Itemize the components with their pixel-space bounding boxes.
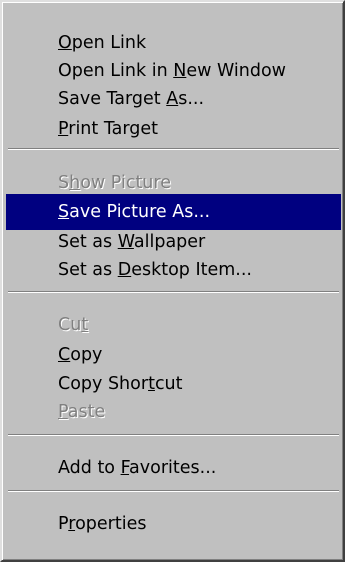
context-menu: Open Link Open Link in New Window Save T… <box>0 0 345 562</box>
menu-separator <box>8 434 339 436</box>
menu-item-properties[interactable]: Properties <box>6 506 341 542</box>
menu-item-set-as-desktop-item[interactable]: Set as Desktop Item... <box>6 252 341 288</box>
menu-separator <box>8 148 339 150</box>
menu-item-add-to-favorites[interactable]: Add to Favorites... <box>6 450 341 486</box>
menu-item-paste: Paste <box>58 402 106 422</box>
menu-item-print-target[interactable]: Print Target <box>6 111 341 147</box>
menu-separator <box>8 291 339 293</box>
menu-separator <box>8 490 339 492</box>
